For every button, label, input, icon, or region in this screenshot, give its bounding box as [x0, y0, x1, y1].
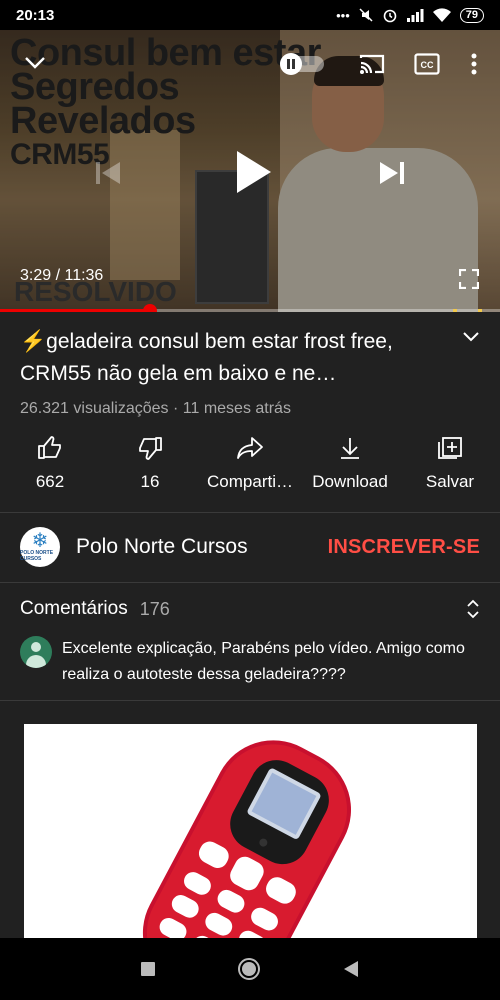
comment-preview[interactable]: Excelente explicação, Parabéns pelo víde… [20, 636, 480, 688]
commenter-avatar [20, 636, 52, 668]
pause-icon [287, 59, 295, 69]
more-options-icon[interactable] [464, 50, 484, 78]
share-button[interactable]: Comparti… [200, 436, 300, 500]
home-icon[interactable] [237, 957, 261, 981]
status-icons: ••• 79 [336, 7, 484, 23]
share-icon [237, 437, 263, 459]
back-icon[interactable] [342, 960, 360, 978]
progress-bar[interactable] [0, 304, 500, 312]
comment-text: Excelente explicação, Parabéns pelo víde… [62, 640, 465, 683]
comments-title: Comentários [20, 598, 128, 619]
comments-count: 176 [139, 598, 170, 619]
system-nav-bar [0, 938, 500, 1000]
thumbs-up-icon [38, 436, 61, 459]
ad-image[interactable] [24, 724, 477, 938]
fullscreen-icon[interactable] [456, 266, 482, 292]
subscribe-button[interactable]: INSCREVER-SE [328, 536, 480, 559]
playback-time: 3:29 / 11:36 [20, 267, 104, 284]
play-icon[interactable] [228, 144, 278, 200]
expand-description-icon[interactable] [462, 330, 480, 348]
video-title: ⚡geladeira consul bem estar frost free, … [20, 330, 393, 385]
chapter-marker [452, 309, 457, 312]
wifi-icon [432, 8, 451, 22]
recent-apps-icon[interactable] [140, 961, 156, 977]
action-bar: 662 16 Comparti… Download Salvar [0, 436, 500, 500]
status-bar: 20:13 ••• 79 [0, 0, 500, 30]
svg-text:CC: CC [421, 60, 434, 70]
battery-indicator: 79 [459, 7, 484, 23]
next-icon[interactable] [374, 155, 410, 191]
divider [0, 582, 500, 583]
channel-row[interactable]: ❄ POLO NORTE CURSOS Polo Norte Cursos IN… [20, 527, 480, 567]
captions-icon[interactable]: CC [413, 50, 441, 78]
video-title-row[interactable]: ⚡geladeira consul bem estar frost free, … [20, 326, 480, 390]
save-button[interactable]: Salvar [400, 436, 500, 500]
progress-scrubber[interactable] [143, 304, 157, 312]
snowflake-icon: ❄ [31, 530, 49, 552]
autoplay-toggle[interactable] [278, 52, 326, 76]
chapter-marker [477, 309, 482, 312]
video-meta: 26.321 visualizações · 11 meses atrás [20, 400, 291, 417]
cast-icon[interactable] [356, 50, 388, 78]
alarm-icon [383, 9, 397, 23]
channel-avatar[interactable]: ❄ POLO NORTE CURSOS [20, 527, 60, 567]
signal-icon [406, 9, 424, 22]
channel-name[interactable]: Polo Norte Cursos [76, 535, 328, 559]
mute-icon [359, 8, 373, 22]
dislike-button[interactable]: 16 [100, 436, 200, 500]
divider [0, 512, 500, 513]
video-player[interactable]: Consul bem estar Segredos Revelados CRM5… [0, 30, 500, 312]
previous-icon[interactable] [90, 155, 126, 191]
more-dots-icon: ••• [336, 7, 350, 23]
mobile-phone-image [142, 740, 351, 938]
minimize-chevron-icon[interactable] [20, 50, 50, 76]
download-button[interactable]: Download [300, 436, 400, 500]
progress-fill [0, 309, 150, 312]
like-button[interactable]: 662 [0, 436, 100, 500]
divider [0, 700, 500, 701]
status-time: 20:13 [16, 6, 55, 24]
thumbs-down-icon [139, 437, 162, 460]
channel-avatar-text: POLO NORTE CURSOS [20, 550, 54, 562]
download-icon [341, 438, 359, 459]
add-to-playlist-icon [438, 437, 462, 459]
sort-expand-icon[interactable] [466, 599, 480, 619]
comments-header[interactable]: Comentários 176 [20, 598, 480, 620]
